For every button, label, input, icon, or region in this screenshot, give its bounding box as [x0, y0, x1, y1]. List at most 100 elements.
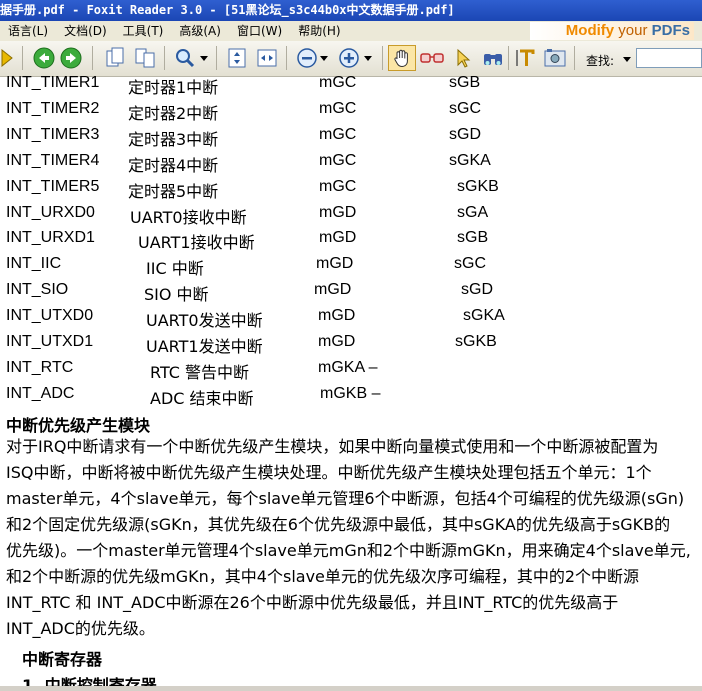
menu-document[interactable]: 文档(D) [56, 21, 115, 41]
master-group: mGD [319, 229, 357, 247]
slave-group: sGKB [455, 333, 497, 350]
interrupt-description: UART0接收中断 [130, 207, 247, 227]
interrupt-name: INT_TIMER5 [6, 177, 100, 195]
paragraph-line: 和2个中断源的优先级mGKn，其中4个slave单元的优先级次序可编程，其中的2… [6, 567, 640, 586]
interrupt-name: INT_TIMER2 [6, 99, 100, 117]
master-group: mGC [319, 177, 357, 195]
toolbar-separator [508, 46, 509, 70]
paragraph-line: ISQ中断，中断将被中断优先级产生模块处理。中断优先级产生模块处理包括五个单元：… [6, 463, 652, 482]
single-page-icon[interactable] [104, 47, 126, 69]
interrupt-name: INT_TIMER3 [6, 125, 100, 143]
interrupt-description: 定时器2中断 [128, 103, 219, 123]
paragraph-line: 对于IRQ中断请求有一个中断优先级产生模块，如果中断向量模式使用和一个中断源被配… [6, 437, 659, 456]
slave-group: sGD [461, 281, 493, 299]
main-toolbar: 查找: [0, 41, 702, 77]
interrupt-name: INT_UTXD1 [6, 333, 94, 350]
subsubsection-heading: 1. 中断控制寄存器 [22, 676, 157, 686]
toolbar-separator [382, 46, 383, 70]
interrupt-description: UART1发送中断 [146, 337, 263, 356]
banner-modify: Modify [565, 22, 615, 39]
slave-group: sGC [449, 99, 481, 117]
master-group: mGD [318, 307, 356, 325]
chevron-down-icon[interactable] [198, 47, 210, 69]
select-arrow-icon[interactable] [452, 47, 474, 69]
chevron-down-icon[interactable] [622, 48, 632, 70]
menu-tools[interactable]: 工具(T) [115, 21, 172, 41]
slave-group: sGA [457, 203, 489, 221]
toolbar-separator [22, 46, 23, 70]
toolbar-separator [574, 46, 575, 70]
typewriter-text-icon[interactable] [514, 47, 536, 69]
interrupt-description: UART0发送中断 [146, 311, 263, 331]
window-title-bar: 据手册.pdf - Foxit Reader 3.0 - [51黑论坛_s3c4… [0, 0, 702, 21]
interrupt-name: INT_TIMER4 [6, 151, 100, 169]
master-group: mGD [319, 203, 357, 221]
image-tool-icon[interactable] [544, 47, 566, 69]
slave-group: sGC [454, 255, 486, 273]
slave-group: sGB [457, 229, 489, 247]
zoom-tool-icon[interactable] [174, 47, 196, 69]
master-group: mGKA – [318, 358, 378, 376]
find-binoculars-icon[interactable] [482, 47, 504, 69]
interrupt-name: INT_RTC [6, 358, 74, 376]
paragraph-line: master单元，4个slave单元，每个slave单元管理6个中断源，包括4个… [6, 489, 685, 508]
interrupt-name: INT_TIMER1 [6, 76, 100, 91]
find-input[interactable] [636, 48, 702, 68]
paragraph-line: 和2个固定优先级源(sGKn，其优先级在6个优先级源中最低，其中sGKA的优先级… [6, 515, 671, 534]
toolbar-separator [216, 46, 217, 70]
master-group: mGD [314, 281, 352, 299]
banner-pdfs: PDFs [651, 22, 690, 39]
master-group: mGKB – [320, 384, 381, 402]
slave-group: sGKA [463, 307, 505, 325]
toolbar-separator [92, 46, 93, 70]
interrupt-description: RTC 警告中断 [150, 362, 250, 382]
menu-window[interactable]: 窗口(W) [229, 21, 290, 41]
interrupt-name: INT_URXD1 [6, 229, 95, 247]
zoom-in-icon[interactable] [338, 47, 360, 69]
section-heading: 中断优先级产生模块 [6, 416, 151, 435]
snapshot-glasses-icon[interactable] [420, 47, 444, 69]
master-group: mGC [319, 76, 357, 91]
menu-help[interactable]: 帮助(H) [290, 21, 348, 41]
interrupt-description: 定时器1中断 [128, 78, 219, 97]
slave-group: sGKB [457, 177, 499, 195]
interrupt-description: IIC 中断 [146, 259, 204, 279]
chevron-down-icon[interactable] [318, 47, 330, 69]
interrupt-description: 定时器3中断 [128, 129, 219, 149]
back-icon[interactable] [33, 47, 55, 69]
master-group: mGD [318, 333, 356, 350]
master-group: mGC [319, 125, 357, 143]
paragraph-line: 优先级)。一个master单元管理4个slave单元mGn和2个中断源mGKn，… [6, 541, 691, 560]
paragraph-line: INT_ADC的优先级。 [6, 619, 155, 638]
interrupt-name: INT_SIO [6, 281, 69, 299]
menu-language[interactable]: 语言(L) [0, 21, 56, 41]
slave-group: sGKA [449, 151, 491, 169]
interrupt-description: UART1接收中断 [138, 233, 255, 253]
master-group: mGC [319, 99, 357, 117]
interrupt-name: INT_URXD0 [6, 203, 95, 221]
interrupt-description: 定时器4中断 [128, 155, 219, 175]
master-group: mGC [319, 151, 357, 169]
interrupt-description: ADC 结束中断 [150, 388, 254, 408]
paragraph-line: INT_RTC 和 INT_ADC中断源在26个中断源中优先级最低，并且INT_… [6, 593, 619, 612]
interrupt-description: 定时器5中断 [128, 181, 219, 201]
master-group: mGD [316, 255, 354, 273]
section-paragraph: 对于IRQ中断请求有一个中断优先级产生模块，如果中断向量模式使用和一个中断源被配… [6, 434, 700, 642]
fit-page-icon[interactable] [226, 47, 248, 69]
hand-tool-icon[interactable] [388, 45, 416, 71]
modify-pdfs-banner[interactable]: Modify your PDFs [530, 22, 694, 40]
play-icon[interactable] [0, 47, 14, 69]
menu-advanced[interactable]: 高级(A) [171, 21, 229, 41]
continuous-page-icon[interactable] [134, 47, 156, 69]
interrupt-name: INT_ADC [6, 384, 75, 402]
window-title: 据手册.pdf - Foxit Reader 3.0 - [51黑论坛_s3c4… [0, 3, 455, 17]
forward-icon[interactable] [60, 47, 82, 69]
fit-width-icon[interactable] [256, 47, 278, 69]
zoom-out-icon[interactable] [296, 47, 318, 69]
chevron-down-icon[interactable] [362, 47, 374, 69]
slave-group: sGD [449, 125, 481, 143]
status-bar [0, 686, 702, 691]
interrupt-name: INT_UTXD0 [6, 307, 94, 325]
document-view[interactable]: INT_TIMER1 定时器1中断 mGC sGB INT_TIMER2 定时器2中断 mG… [0, 76, 702, 686]
find-label: 查找: [586, 54, 615, 68]
